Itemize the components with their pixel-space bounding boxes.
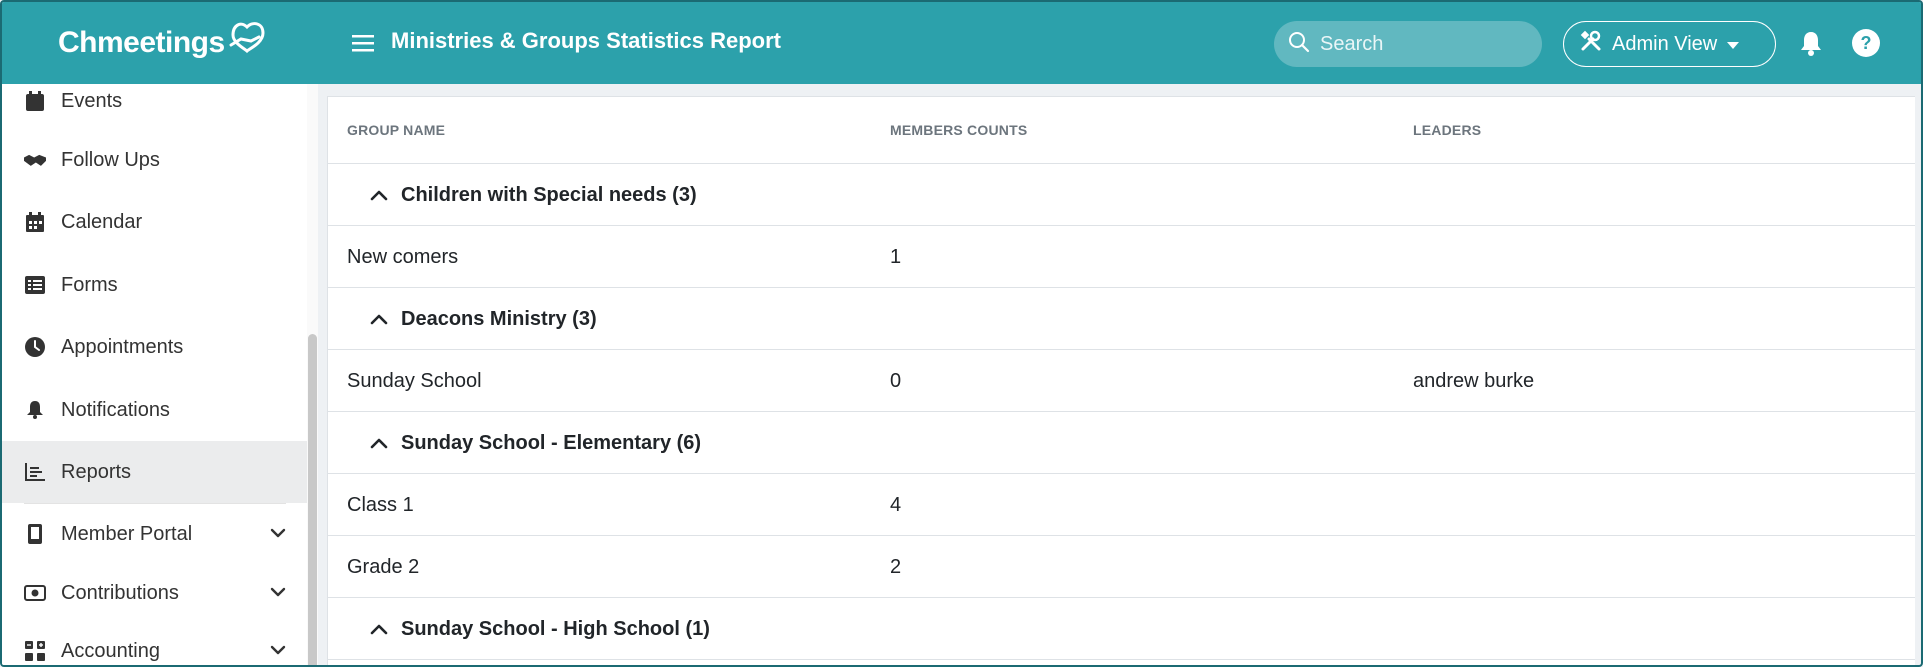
group-toggle[interactable]: Sunday School - High School (1): [370, 598, 710, 660]
chevron-down-icon: [270, 525, 286, 543]
brand-logo[interactable]: Chmeetings: [58, 20, 269, 66]
members-count-cell: 0: [890, 369, 902, 392]
money-icon: [24, 582, 46, 604]
chevron-up-icon: [370, 190, 388, 201]
calculator-icon: [24, 640, 46, 662]
members-count-cell: 2: [890, 555, 902, 578]
search-icon: [1288, 31, 1310, 58]
heart-hand-logo-icon: [227, 15, 269, 60]
sidebar: Events Follow Ups Calendar Forms Appoint: [2, 84, 318, 665]
table-row[interactable]: Class 1 4: [328, 474, 1915, 536]
sidebar-item-reports[interactable]: Reports: [2, 441, 307, 503]
chevron-up-icon: [370, 438, 388, 449]
group-label: Sunday School - High School (1): [401, 617, 710, 640]
report-table: GROUP NAME MEMBERS COUNTS LEADERS Childr…: [327, 96, 1915, 665]
group-label: Deacons Ministry (3): [401, 307, 597, 330]
admin-view-dropdown[interactable]: Admin View: [1563, 21, 1776, 67]
sidebar-item-label: Forms: [61, 273, 118, 296]
group-toggle[interactable]: Children with Special needs (3): [370, 164, 697, 226]
table-row[interactable]: New comers 1: [328, 226, 1915, 288]
chevron-down-icon: [270, 642, 286, 660]
group-name-cell: New comers: [347, 245, 459, 268]
bell-icon: [24, 399, 46, 421]
table-row[interactable]: Grade 2 2: [328, 536, 1915, 598]
calendar-icon: [24, 90, 46, 112]
sidebar-item-label: Reports: [61, 460, 132, 483]
help-icon[interactable]: ?: [1851, 28, 1881, 63]
group-row[interactable]: Children with Special needs (3): [328, 164, 1915, 226]
group-row[interactable]: Deacons Ministry (3): [328, 288, 1915, 350]
column-header-members-counts[interactable]: MEMBERS COUNTS: [890, 97, 1027, 163]
chevron-up-icon: [370, 314, 388, 325]
sidebar-item-label: Appointments: [61, 335, 184, 358]
sidebar-item-appointments[interactable]: Appointments: [2, 316, 307, 378]
sidebar-item-label: Accounting: [61, 639, 160, 662]
top-navbar: Chmeetings Ministries & Groups Statistic…: [2, 2, 1921, 84]
search-box[interactable]: [1274, 21, 1542, 67]
column-header-leaders[interactable]: LEADERS: [1413, 97, 1481, 163]
sidebar-item-accounting[interactable]: Accounting: [2, 620, 307, 665]
sidebar-item-events[interactable]: Events: [2, 84, 307, 132]
group-toggle[interactable]: Deacons Ministry (3): [370, 288, 597, 350]
caret-down-icon: [1727, 33, 1740, 56]
admin-view-label: Admin View: [1612, 32, 1718, 55]
calendar-grid-icon: [24, 211, 46, 233]
table-row[interactable]: Sunday School 0 andrew burke: [328, 350, 1915, 412]
search-input[interactable]: [1320, 32, 1520, 56]
list-form-icon: [24, 274, 46, 296]
group-row[interactable]: Sunday School - High School (1): [328, 598, 1915, 660]
column-header-group-name[interactable]: GROUP NAME: [347, 97, 445, 163]
hamburger-menu-icon[interactable]: [350, 30, 376, 56]
sidebar-item-notifications[interactable]: Notifications: [2, 379, 307, 441]
members-count-cell: 4: [890, 493, 902, 516]
notifications-bell-icon[interactable]: [1799, 30, 1823, 61]
sidebar-item-forms[interactable]: Forms: [2, 254, 307, 316]
mobile-icon: [24, 523, 46, 545]
chevron-down-icon: [270, 584, 286, 602]
sidebar-item-label: Contributions: [61, 581, 179, 604]
sidebar-item-member-portal[interactable]: Member Portal: [2, 503, 307, 565]
group-name-cell: Sunday School: [347, 369, 482, 392]
svg-text:?: ?: [1861, 33, 1872, 53]
tools-icon: [1580, 30, 1602, 58]
sidebar-item-label: Member Portal: [61, 522, 193, 545]
sidebar-item-label: Follow Ups: [61, 148, 160, 171]
sidebar-item-contributions[interactable]: Contributions: [2, 562, 307, 624]
page-title: Ministries & Groups Statistics Report: [391, 28, 781, 53]
table-header: GROUP NAME MEMBERS COUNTS LEADERS: [328, 97, 1915, 164]
group-name-cell: Class 1: [347, 493, 414, 516]
leaders-cell: andrew burke: [1413, 369, 1535, 392]
chevron-up-icon: [370, 624, 388, 635]
sidebar-item-label: Notifications: [61, 398, 170, 421]
group-row[interactable]: Sunday School - Elementary (6): [328, 412, 1915, 474]
sidebar-item-follow-ups[interactable]: Follow Ups: [2, 129, 307, 191]
group-label: Children with Special needs (3): [401, 183, 697, 206]
sidebar-item-calendar[interactable]: Calendar: [2, 191, 307, 253]
group-name-cell: Grade 2: [347, 555, 420, 578]
members-count-cell: 1: [890, 245, 902, 268]
chart-icon: [24, 461, 46, 483]
handshake-icon: [24, 149, 46, 171]
sidebar-item-label: Events: [61, 89, 123, 112]
sidebar-item-label: Calendar: [61, 210, 143, 233]
app-window: Chmeetings Ministries & Groups Statistic…: [0, 0, 1923, 667]
clock-icon: [24, 336, 46, 358]
brand-name: Chmeetings: [58, 26, 225, 59]
group-toggle[interactable]: Sunday School - Elementary (6): [370, 412, 701, 474]
group-label: Sunday School - Elementary (6): [401, 431, 702, 454]
sidebar-scrollbar-thumb[interactable]: [308, 334, 317, 665]
